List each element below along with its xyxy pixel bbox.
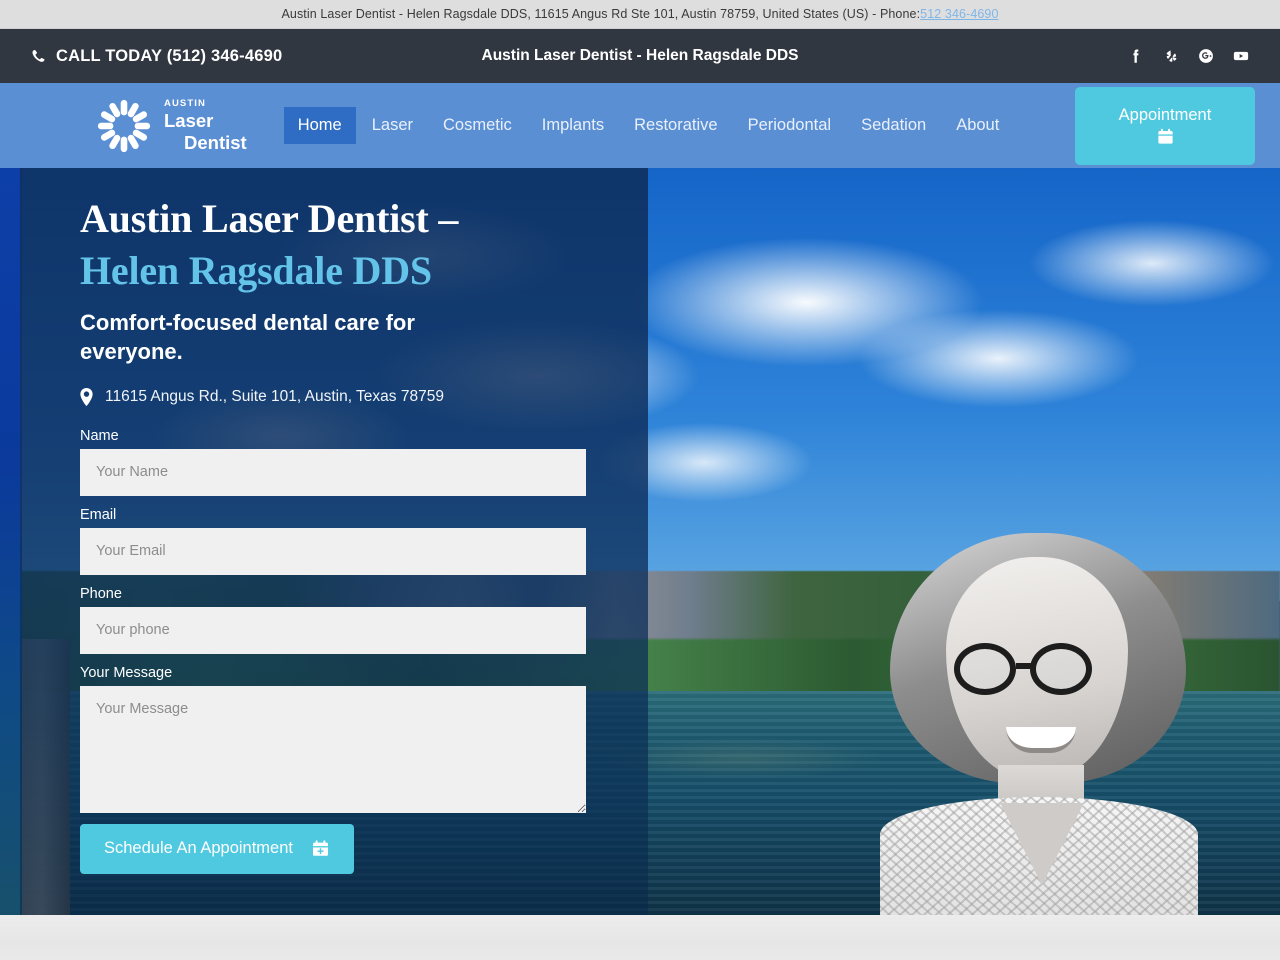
nav-item-restorative[interactable]: Restorative [620,107,731,144]
youtube-icon[interactable] [1232,47,1250,65]
name-input[interactable] [80,448,586,496]
schedule-appointment-button[interactable]: Schedule An Appointment [80,823,354,874]
form-group-email: Email [80,507,586,575]
email-input[interactable] [80,527,586,575]
nav-item-implants[interactable]: Implants [528,107,618,144]
map-pin-icon [80,387,93,406]
site-logo[interactable]: AUSTIN Laser Dentist [95,97,247,155]
portrait-glasses-right [1030,643,1092,695]
facebook-icon[interactable] [1127,47,1145,65]
announcement-phone-link[interactable]: 512 346-4690 [920,7,998,21]
nav-item-laser[interactable]: Laser [358,107,427,144]
call-today-link[interactable]: CALL TODAY (512) 346-4690 [30,47,282,66]
portrait-glasses-left [954,643,1016,695]
email-label: Email [80,506,117,523]
form-group-message: Your Message [80,665,586,813]
hero-heading-line2: Helen Ragsdale DDS [80,248,432,293]
nav-item-about[interactable]: About [942,107,1013,144]
announcement-text: Austin Laser Dentist - Helen Ragsdale DD… [281,7,921,21]
google-plus-icon[interactable] [1197,47,1215,65]
calendar-plus-icon [311,839,330,858]
hero-heading-line1: Austin Laser Dentist – [80,196,459,241]
logo-line-laser: Laser [164,110,214,132]
calendar-icon [1156,127,1175,146]
nav-item-home[interactable]: Home [283,107,356,144]
logo-wordmark: AUSTIN Laser Dentist [162,99,247,153]
announcement-bar: Austin Laser Dentist - Helen Ragsdale DD… [0,0,1280,29]
nav-item-sedation[interactable]: Sedation [847,107,940,144]
page-body-below-hero [0,915,1280,960]
schedule-appointment-label: Schedule An Appointment [104,839,293,857]
logo-line-dentist: Dentist [184,131,247,153]
hero-address-text: 11615 Angus Rd., Suite 101, Austin, Texa… [105,387,444,405]
portrait-vneck [1000,803,1084,885]
main-navigation: AUSTIN Laser Dentist Home Laser Cosmetic… [0,83,1280,168]
message-label: Your Message [80,664,173,681]
portrait-glasses-bridge [1016,663,1032,669]
hero-subheading: Comfort-focused dental care for everyone… [80,310,415,365]
appointment-button[interactable]: Appointment [1075,86,1255,165]
social-links [1127,47,1250,65]
hero-left-edge [0,168,22,915]
dentist-portrait [878,515,1198,915]
utility-bar: CALL TODAY (512) 346-4690 Austin Laser D… [0,29,1280,83]
yelp-icon[interactable] [1162,47,1180,65]
starburst-logo-icon [95,97,153,155]
phone-icon [30,48,46,65]
phone-input[interactable] [80,606,586,654]
appointment-button-label: Appointment [1118,105,1212,124]
hero-address: 11615 Angus Rd., Suite 101, Austin, Texa… [80,387,620,406]
name-label: Name [80,427,119,444]
message-textarea[interactable] [80,685,586,813]
call-today-label: CALL TODAY (512) 346-4690 [56,46,283,65]
form-group-phone: Phone [80,586,586,654]
nav-menu: Home Laser Cosmetic Implants Restorative… [283,107,1014,144]
nav-item-cosmetic[interactable]: Cosmetic [429,107,526,144]
appointment-form: Name Email Phone Your Message Schedule A… [80,428,586,874]
phone-label: Phone [80,585,122,602]
hero-content: Austin Laser Dentist – Helen Ragsdale DD… [80,168,620,915]
hero-section: Austin Laser Dentist – Helen Ragsdale DD… [0,168,1280,915]
hero-heading: Austin Laser Dentist – Helen Ragsdale DD… [80,168,620,297]
form-group-name: Name [80,428,586,496]
nav-item-periodontal[interactable]: Periodontal [734,107,845,144]
logo-line-austin: AUSTIN [164,97,206,109]
